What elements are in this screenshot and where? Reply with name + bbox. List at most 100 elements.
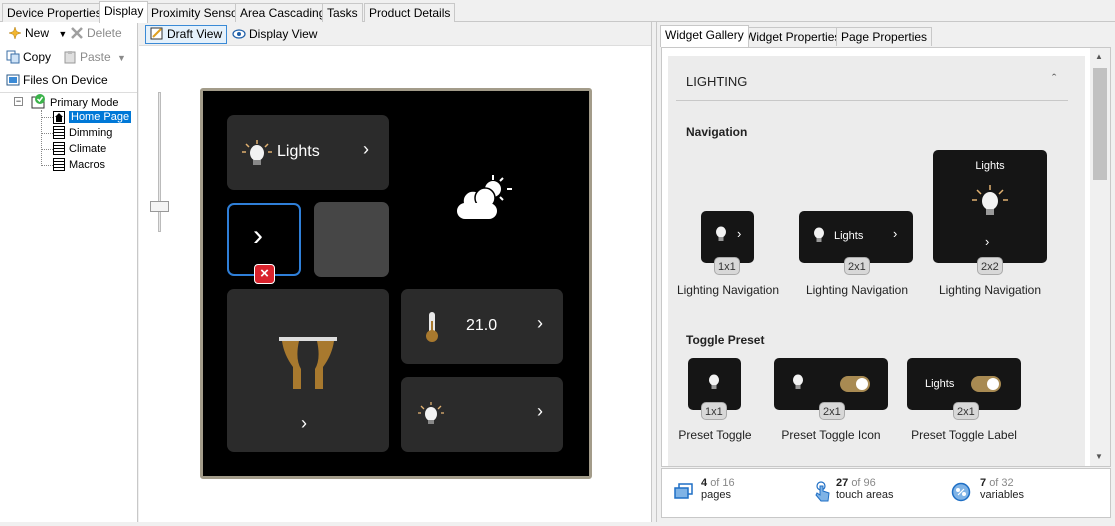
widget-gallery: LIGHTING ˆ Navigation › 1x1 Lighting Nav… xyxy=(661,47,1111,467)
delete-icon xyxy=(70,26,84,40)
usage-stats-bar: 4 of 16 pages 27 of 96 touch areas 7 of … xyxy=(661,468,1111,518)
chevron-down-icon[interactable]: ▼ xyxy=(117,53,126,63)
size-badge: 2x1 xyxy=(819,402,845,420)
curtains-icon xyxy=(279,337,337,396)
files-icon xyxy=(6,73,20,87)
display-view-button[interactable]: Display View xyxy=(227,25,322,44)
home-page-icon xyxy=(53,111,65,124)
chevron-right-icon: › xyxy=(537,313,543,333)
lights-navigation-tile[interactable]: Lights › xyxy=(227,115,389,190)
toggle-switch xyxy=(971,376,1001,392)
widget-preview-text: Lights xyxy=(975,160,1005,172)
size-badge: 2x1 xyxy=(844,257,870,275)
tree-connector xyxy=(41,117,53,118)
scroll-up-icon[interactable]: ▲ xyxy=(1095,52,1103,61)
widget-label: Preset Toggle Label xyxy=(911,428,1017,442)
tab-display[interactable]: Display xyxy=(99,1,149,23)
chevron-right-icon: › xyxy=(985,234,990,249)
tree-item-home-page[interactable]: Home Page xyxy=(53,110,132,126)
widget-label: Preset Toggle Icon xyxy=(781,428,881,442)
tree-item-dimming[interactable]: Dimming xyxy=(53,126,112,142)
copy-button[interactable]: Copy xyxy=(6,47,51,67)
widget-panel: Widget Gallery Widget Properties Page Pr… xyxy=(657,22,1115,522)
toggle-switch xyxy=(840,376,870,392)
navigation-heading: Navigation xyxy=(686,125,748,139)
chevron-down-icon[interactable]: ▼ xyxy=(58,29,67,39)
gallery-scrollbar[interactable]: ▲ ▼ xyxy=(1090,48,1110,466)
collapse-toggle-icon[interactable]: − xyxy=(14,97,23,106)
tab-proximity-sensor[interactable]: Proximity Sensor xyxy=(146,3,247,22)
bulb-icon xyxy=(971,184,1009,223)
size-badge: 2x2 xyxy=(977,257,1003,275)
lights-label: Lights xyxy=(277,143,320,160)
size-badge: 1x1 xyxy=(701,402,727,420)
paste-button[interactable]: Paste ▼ xyxy=(63,47,126,67)
draft-icon xyxy=(150,27,164,45)
variables-icon xyxy=(951,482,971,505)
copy-icon xyxy=(6,50,20,64)
collapse-chevron-icon[interactable]: ˆ xyxy=(1052,71,1056,86)
temperature-tile[interactable]: 21.0 › xyxy=(401,289,563,364)
tab-widget-properties[interactable]: Widget Properties xyxy=(740,27,846,46)
chevron-right-icon: › xyxy=(301,413,307,433)
tab-product-details[interactable]: Product Details xyxy=(364,3,456,22)
main-tab-bar: Device Properties Display Proximity Sens… xyxy=(0,0,1115,23)
device-screen: Lights › › × › 21.0 › › xyxy=(200,88,592,479)
light-toggle-tile[interactable]: › xyxy=(401,377,563,452)
divider xyxy=(676,100,1068,101)
page-icon xyxy=(53,142,65,155)
curtains-tile[interactable]: › xyxy=(227,289,389,452)
chevron-right-icon: › xyxy=(253,219,263,252)
tab-device-properties[interactable]: Device Properties xyxy=(2,3,107,22)
scroll-thumb[interactable] xyxy=(1093,68,1107,180)
scroll-down-icon[interactable]: ▼ xyxy=(1095,452,1103,461)
view-mode-bar: Draft View Display View xyxy=(139,22,651,46)
size-badge: 1x1 xyxy=(714,257,740,275)
pages-icon xyxy=(674,483,694,504)
chevron-right-icon: › xyxy=(737,226,742,241)
zoom-slider-thumb[interactable] xyxy=(150,201,169,212)
mode-check-icon xyxy=(31,94,46,114)
bulb-icon xyxy=(715,226,727,245)
bulb-icon xyxy=(241,139,273,170)
lighting-section: LIGHTING ˆ Navigation › 1x1 Lighting Nav… xyxy=(668,56,1085,466)
chevron-right-icon: › xyxy=(893,226,898,241)
page-tree-panel: New ▼ Delete Copy Paste ▼ Files On Devic… xyxy=(0,22,138,522)
tab-area-cascading[interactable]: Area Cascading xyxy=(235,3,331,22)
new-button[interactable]: New ▼ xyxy=(8,23,67,43)
page-icon xyxy=(53,126,65,139)
tab-page-properties[interactable]: Page Properties xyxy=(836,27,933,46)
widget-preview-nav-2x2[interactable]: Lights › xyxy=(933,150,1047,263)
touch-areas-stat: 27 of 96 touch areas xyxy=(836,477,894,501)
delete-widget-icon[interactable]: × xyxy=(254,264,275,284)
section-title: LIGHTING xyxy=(686,74,748,89)
delete-button[interactable]: Delete xyxy=(70,23,122,43)
widget-label: Preset Toggle xyxy=(678,428,752,442)
tab-tasks[interactable]: Tasks xyxy=(322,3,363,22)
tree-item-macros[interactable]: Macros xyxy=(53,158,105,174)
empty-tile[interactable] xyxy=(314,202,389,277)
tree-item-climate[interactable]: Climate xyxy=(53,142,106,158)
widget-label: Lighting Navigation xyxy=(805,283,909,297)
bulb-icon xyxy=(417,401,445,430)
widget-label: Lighting Navigation xyxy=(938,283,1042,297)
widget-preview-nav-2x1[interactable]: Lights › xyxy=(799,211,913,263)
widget-preview-nav-1x1[interactable]: › xyxy=(701,211,754,263)
tree-item-primary-mode[interactable]: Primary Mode xyxy=(31,94,118,110)
paste-icon xyxy=(63,50,77,64)
new-page-icon xyxy=(8,26,22,40)
widget-label: Lighting Navigation xyxy=(676,283,780,297)
divider xyxy=(0,92,137,93)
bulb-icon xyxy=(792,374,804,393)
design-canvas-panel: Draft View Display View Lights › › × › 2… xyxy=(139,22,651,522)
page-icon xyxy=(53,158,65,171)
variables-stat: 7 of 32 variables xyxy=(980,477,1025,501)
eye-icon xyxy=(232,27,246,44)
draft-view-button[interactable]: Draft View xyxy=(145,25,228,45)
size-badge: 2x1 xyxy=(953,402,979,420)
thermometer-icon xyxy=(423,311,441,346)
files-on-device-button[interactable]: Files On Device xyxy=(6,70,108,90)
touch-icon xyxy=(814,481,832,506)
tab-widget-gallery[interactable]: Widget Gallery xyxy=(660,25,749,47)
toggle-preset-heading: Toggle Preset xyxy=(686,333,765,347)
